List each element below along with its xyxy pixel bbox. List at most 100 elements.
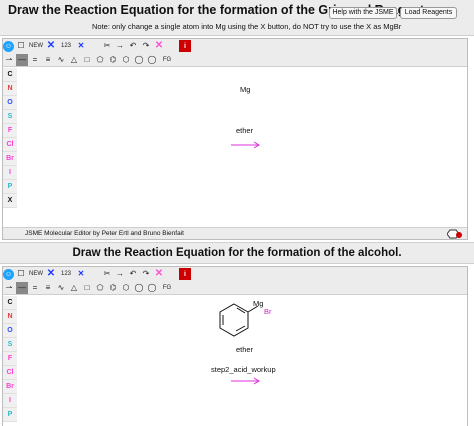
functional-group-button[interactable]: FG [159, 54, 175, 66]
atom-c[interactable]: C [3, 68, 17, 82]
smiley-icon[interactable]: ☺ [3, 268, 14, 280]
toolbar-row-1: ☺ ☐ NEW ✕ 123 ✕ ✂ → ↶ ↷ ✕ i [3, 39, 192, 53]
atom-f[interactable]: F [3, 352, 17, 366]
triangle-ring-icon[interactable]: △ [68, 282, 80, 294]
single-bond-arrow-icon[interactable]: ⇀ [3, 282, 15, 294]
editor2-toolbar: ☺ ☐ NEW ✕ 123 ✕ ✂ → ↶ ↷ ✕ i ⇀ — = ≡ ∿ △ … [3, 267, 467, 295]
atom-br[interactable]: Br [3, 152, 17, 166]
load-reagents-button[interactable]: Load Reagents [400, 7, 457, 19]
single-bond-icon[interactable]: — [16, 282, 28, 294]
atom-o[interactable]: O [3, 96, 17, 110]
heptagon-ring-icon[interactable]: ◯ [133, 54, 145, 66]
info-button[interactable]: i [179, 268, 191, 280]
section2-header: Draw the Reaction Equation for the forma… [0, 242, 474, 264]
single-bond-arrow-icon[interactable]: ⇀ [3, 54, 15, 66]
new-button[interactable]: NEW [28, 268, 44, 280]
editor1-status-bar: JSME Molecular Editor by Peter Ertl and … [3, 227, 467, 239]
reaction-arrow [231, 141, 260, 149]
info-button[interactable]: i [179, 40, 191, 52]
delete-r-button[interactable]: ✕ [75, 40, 87, 52]
clear-icon[interactable]: ✕ [153, 268, 165, 280]
atom-s[interactable]: S [3, 110, 17, 124]
smiley-icon[interactable]: ☺ [3, 40, 14, 52]
atom-p[interactable]: P [3, 180, 17, 194]
atom-f[interactable]: F [3, 124, 17, 138]
atom-i[interactable]: I [3, 166, 17, 180]
page: Draw the Reaction Equation for the forma… [0, 0, 474, 426]
toolbar-row-1: ☺ ☐ NEW ✕ 123 ✕ ✂ → ↶ ↷ ✕ i [3, 267, 192, 281]
delete-r-button[interactable]: ✕ [75, 268, 87, 280]
toolbar-row-2: ⇀ — = ≡ ∿ △ □ ⬠ ⌬ ⬡ ◯ ◯ FG [3, 281, 176, 295]
pentagon-ring-icon[interactable]: ⬠ [94, 54, 106, 66]
single-bond-icon[interactable]: — [16, 54, 28, 66]
delete-atom-button[interactable]: ✕ [45, 268, 57, 280]
atom-x[interactable]: X [3, 194, 17, 208]
editor2-canvas[interactable]: Mg Br ether step2_acid_workup [18, 296, 467, 426]
editor1-canvas[interactable]: Mg ether [18, 68, 467, 239]
bromobenzene-structure [219, 303, 259, 337]
octagon-ring-icon[interactable]: ◯ [146, 282, 158, 294]
triple-bond-icon[interactable]: ≡ [42, 54, 54, 66]
atom-c[interactable]: C [3, 296, 17, 310]
cut-icon[interactable]: ✂ [101, 268, 113, 280]
atom-o[interactable]: O [3, 324, 17, 338]
editor-credit: JSME Molecular Editor by Peter Ertl and … [25, 230, 184, 237]
ether-label: ether [236, 345, 254, 354]
chain-icon[interactable]: ∿ [55, 282, 67, 294]
atom-br[interactable]: Br [3, 380, 17, 394]
numbering-button[interactable]: 123 [58, 40, 74, 52]
undo-icon[interactable]: ↶ [127, 268, 139, 280]
cut-icon[interactable]: ✂ [101, 40, 113, 52]
hexagon-ring-icon[interactable]: ⬡ [120, 54, 132, 66]
redo-icon[interactable]: ↷ [140, 268, 152, 280]
functional-group-button[interactable]: FG [159, 282, 175, 294]
square-ring-icon[interactable]: □ [81, 54, 93, 66]
chain-icon[interactable]: ∿ [55, 54, 67, 66]
new-icon[interactable]: ☐ [15, 268, 27, 280]
reaction-arrow-icon[interactable]: → [114, 40, 126, 52]
help-jsme-button[interactable]: Help with the JSME [329, 7, 397, 19]
atom-n[interactable]: N [3, 310, 17, 324]
double-bond-icon[interactable]: = [29, 282, 41, 294]
reaction-arrow-icon[interactable]: → [114, 268, 126, 280]
square-ring-icon[interactable]: □ [81, 282, 93, 294]
section1-header: Draw the Reaction Equation for the forma… [0, 0, 474, 36]
toolbar-row-2: ⇀ — = ≡ ∿ △ □ ⬠ ⌬ ⬡ ◯ ◯ FG [3, 53, 176, 67]
jsme-logo-icon [447, 229, 462, 239]
triple-bond-icon[interactable]: ≡ [42, 282, 54, 294]
benzene-ring-icon[interactable]: ⌬ [107, 282, 119, 294]
atom-cl[interactable]: Cl [3, 366, 17, 380]
section1-note: Note: only change a single atom into Mg … [92, 22, 402, 31]
editor1-toolbar: ☺ ☐ NEW ✕ 123 ✕ ✂ → ↶ ↷ ✕ i ⇀ — = ≡ ∿ △ … [3, 39, 467, 67]
undo-icon[interactable]: ↶ [127, 40, 139, 52]
double-bond-icon[interactable]: = [29, 54, 41, 66]
atom-p[interactable]: P [3, 408, 17, 422]
clear-icon[interactable]: ✕ [153, 40, 165, 52]
hexagon-ring-icon[interactable]: ⬡ [120, 282, 132, 294]
jsme-editor-1: ☺ ☐ NEW ✕ 123 ✕ ✂ → ↶ ↷ ✕ i ⇀ — = ≡ ∿ △ … [2, 38, 468, 240]
reaction-arrow [231, 377, 260, 385]
jsme-editor-2: ☺ ☐ NEW ✕ 123 ✕ ✂ → ↶ ↷ ✕ i ⇀ — = ≡ ∿ △ … [2, 266, 468, 426]
atom-cl[interactable]: Cl [3, 138, 17, 152]
delete-atom-button[interactable]: ✕ [45, 40, 57, 52]
step2-label: step2_acid_workup [211, 365, 276, 374]
redo-icon[interactable]: ↷ [140, 40, 152, 52]
atom-s[interactable]: S [3, 338, 17, 352]
mg-label: Mg [240, 85, 251, 94]
atom-n[interactable]: N [3, 82, 17, 96]
new-button[interactable]: NEW [28, 40, 44, 52]
atom-palette: C N O S F Cl Br I P X [3, 68, 17, 208]
pentagon-ring-icon[interactable]: ⬠ [94, 282, 106, 294]
atom-i[interactable]: I [3, 394, 17, 408]
triangle-ring-icon[interactable]: △ [68, 54, 80, 66]
heptagon-ring-icon[interactable]: ◯ [133, 282, 145, 294]
atom-palette: C N O S F Cl Br I P [3, 296, 17, 422]
new-icon[interactable]: ☐ [15, 40, 27, 52]
octagon-ring-icon[interactable]: ◯ [146, 54, 158, 66]
ether-label: ether [236, 126, 254, 135]
numbering-button[interactable]: 123 [58, 268, 74, 280]
benzene-ring-icon[interactable]: ⌬ [107, 54, 119, 66]
section2-title: Draw the Reaction Equation for the forma… [72, 247, 402, 259]
